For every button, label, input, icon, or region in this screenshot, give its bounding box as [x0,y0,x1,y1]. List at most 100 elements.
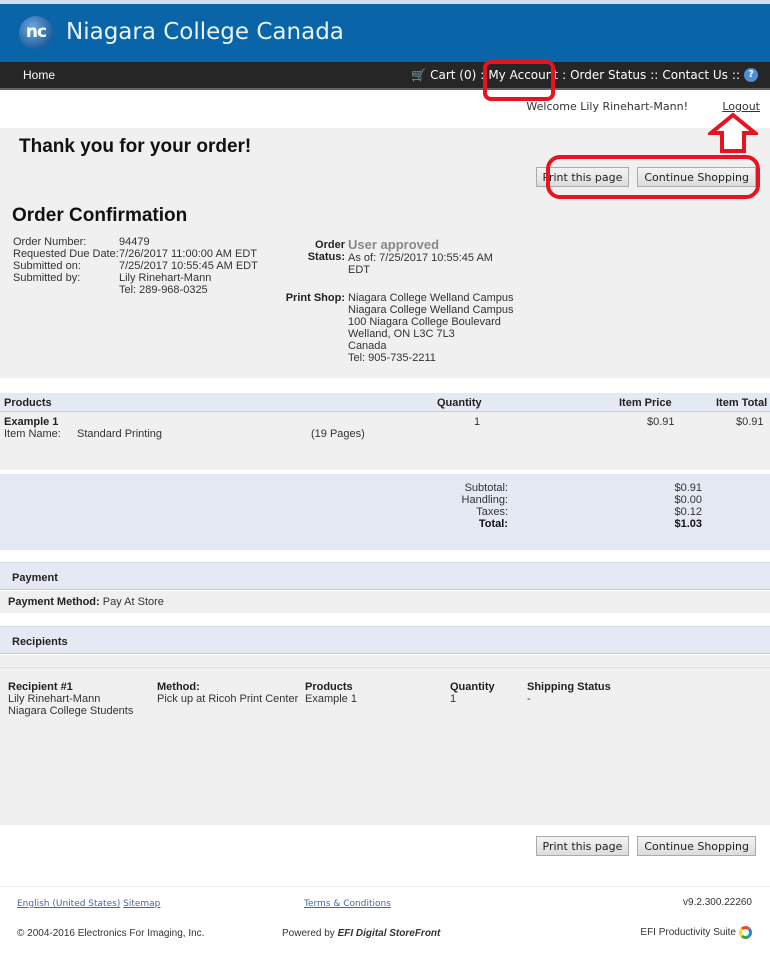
total-label: Total: [478,518,508,530]
subtotal-value: $0.91 [674,482,702,494]
col-item-total: Item Total [716,397,768,409]
recipients-header: Recipients [0,626,770,654]
due-date: 7/26/2017 11:00:00 AM EDT [119,248,257,260]
continue-shopping-button[interactable]: Continue Shopping [637,167,756,187]
recipient-group: Niagara College Students [8,705,134,717]
terms-link[interactable]: Terms & Conditions [304,899,391,909]
nav-separator: : [562,68,567,82]
nav-bar: Home 🛒 Cart (0) : My Account : Order Sta… [0,62,770,90]
payment-header: Payment [0,562,770,590]
thank-you-heading: Thank you for your order! [19,136,252,157]
suite-label: EFI Productivity Suite [640,927,736,939]
taxes-value: $0.12 [674,506,702,518]
suite-badge: EFI Productivity Suite [640,926,752,939]
subtotal-label: Subtotal: [464,482,508,494]
handling-value: $0.00 [674,494,702,506]
item-name: Standard Printing [77,428,162,440]
help-icon[interactable]: ? [744,68,758,82]
order-number-label: Order Number: [13,236,87,248]
print-page-button[interactable]: Print this page [535,836,630,856]
order-status-block: Order Status: User approved As of: 7/25/… [275,237,514,364]
print-shop-label: Print Shop: [285,292,345,304]
print-shop-line: 100 Niagara College Boulevard [348,316,501,328]
quantity-value: 1 [450,693,457,705]
print-shop-line: Niagara College Welland Campus [348,304,514,316]
recipient-name: Lily Rinehart-Mann [8,693,101,705]
sitemap-link[interactable]: Sitemap [123,899,160,909]
cart-icon[interactable]: 🛒 [411,68,426,82]
nav-order-status-link[interactable]: Order Status [570,68,646,82]
nav-contact-us-link[interactable]: Contact Us [662,68,728,82]
item-price: $0.91 [647,416,675,428]
powered-by-product: EFI Digital StoreFront [337,928,441,939]
quantity: 1 [474,416,481,428]
order-number: 94479 [119,236,150,248]
col-products: Products [4,397,52,409]
order-totals: Subtotal: Handling: Taxes: Total: $0.91 … [0,474,770,550]
product-name: Example 1 [4,416,59,428]
order-summary-section: Thank you for your order! Print this pag… [0,128,770,378]
submitted-on: 7/25/2017 10:55:45 AM EDT [119,260,258,272]
order-info: Order Number: 94479 Requested Due Date: 7/… [13,236,258,296]
total-value: $1.03 [674,518,702,530]
payment-body: Payment Method: Pay At Store [0,591,770,613]
item-name-label: Item Name: [4,428,61,440]
nav-separator: : [480,68,485,82]
recipient-label: Recipient #1 [8,681,73,693]
item-total: $0.91 [736,416,764,428]
language-link[interactable]: English (United States) [17,899,120,909]
nav-my-account-link[interactable]: My Account [488,68,558,82]
top-button-group: Print this page Continue Shopping [535,167,756,187]
college-logo-icon[interactable]: nc [19,16,53,50]
products-table-header: Products Quantity Item Price Item Total [0,393,770,412]
products-value: Example 1 [305,693,357,705]
page-count: (19 Pages) [311,428,365,440]
shipping-status-label: Shipping Status [527,681,611,693]
logout-arrow-icon [708,112,758,153]
method-value: Pick up at Ricoh Print Center [157,693,299,705]
powered-by: Powered by EFI Digital StoreFront [282,928,440,939]
submitted-by-tel: Tel: 289-968-0325 [119,284,208,296]
nav-separator: :: [650,68,659,82]
nav-cart-link[interactable]: Cart (0) [430,68,476,82]
print-shop-line: Welland, ON L3C 7L3 [348,328,455,340]
brand-name[interactable]: Niagara College Canada [66,19,344,45]
nav-links: 🛒 Cart (0) : My Account : Order Status :… [411,68,758,82]
col-quantity: Quantity [437,397,482,409]
efi-logo-icon [739,926,752,939]
method-label: Method: [157,681,200,693]
continue-shopping-button[interactable]: Continue Shopping [637,836,756,856]
recipients-body: Recipient #1 Lily Rinehart-Mann Niagara … [0,655,770,825]
status-as-of-tz: EDT [348,264,370,276]
shipping-status-value: - [527,693,531,705]
nav-home-link[interactable]: Home [23,68,55,82]
copyright: © 2004-2016 Electronics For Imaging, Inc… [17,928,205,939]
print-page-button[interactable]: Print this page [535,167,630,187]
products-label: Products [305,681,353,693]
handling-label: Handling: [461,494,508,506]
welcome-text: Welcome Lily Rinehart-Mann! [526,100,688,113]
print-shop-line: Tel: 905-735-2211 [348,352,436,364]
site-banner: nc Niagara College Canada [0,4,770,62]
order-status-value: User approved [348,237,440,252]
taxes-label: Taxes: [476,506,508,518]
print-shop-line: Niagara College Welland Campus [348,292,514,304]
nav-separator: :: [731,68,740,82]
payment-method-label: Payment Method: [8,596,100,608]
submitted-on-label: Submitted on: [13,260,81,272]
col-item-price: Item Price [619,397,672,409]
payment-method: Pay At Store [102,596,164,608]
submitted-by: Lily Rinehart-Mann [119,272,212,284]
submitted-by-label: Submitted by: [13,272,81,284]
quantity-label: Quantity [450,681,495,693]
status-as-of: As of: 7/25/2017 10:55:45 AM [348,252,493,264]
order-status-label: Order Status: [307,239,345,263]
powered-by-label: Powered by [282,928,335,939]
footer-divider [0,886,770,887]
due-date-label: Requested Due Date: [13,248,119,260]
print-shop-line: Canada [348,340,387,352]
version: v9.2.300.22260 [683,897,752,908]
welcome-row: Welcome Lily Rinehart-Mann! Logout [0,90,770,127]
order-confirmation-heading: Order Confirmation [12,205,188,226]
bottom-button-group: Print this page Continue Shopping [535,836,756,856]
